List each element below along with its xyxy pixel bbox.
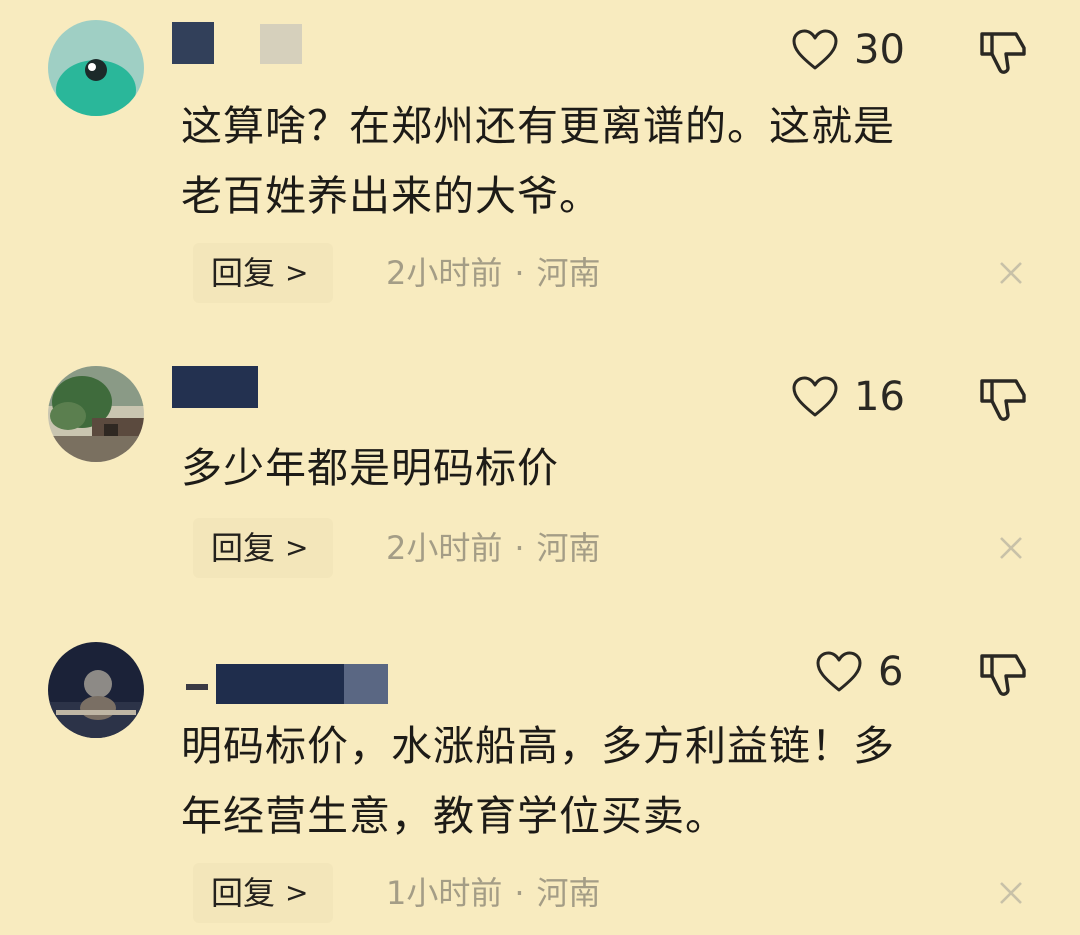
close-icon[interactable] — [996, 258, 1026, 288]
username-redacted[interactable] — [172, 22, 302, 66]
chevron-right-icon: > — [285, 876, 309, 909]
comment-time: 2小时前 — [386, 254, 503, 292]
avatar[interactable] — [48, 366, 144, 462]
heart-icon — [816, 651, 862, 692]
reply-label: 回复 — [211, 874, 276, 912]
like-button[interactable]: 30 — [792, 28, 905, 72]
like-count: 16 — [854, 374, 905, 420]
comment-meta: 1小时前 · 河南 — [386, 863, 601, 923]
close-icon[interactable] — [996, 878, 1026, 908]
reply-label: 回复 — [211, 254, 276, 292]
comment-item: 30 这算啥？在郑州还有更离谱的。这就是 老百姓养出来的大爷。 回复 > 2小时… — [0, 0, 1080, 320]
comment-meta: 2小时前 · 河南 — [386, 243, 601, 303]
comment-text-line: 这算啥？在郑州还有更离谱的。这就是 — [181, 102, 895, 150]
comment-text-line: 多少年都是明码标价 — [181, 444, 559, 492]
like-button[interactable]: 16 — [792, 375, 905, 419]
avatar[interactable] — [48, 20, 144, 116]
comment-text: 明码标价，水涨船高，多方利益链！多 年经营生意，教育学位买卖。 — [181, 711, 1021, 851]
comment-text-line: 年经营生意，教育学位买卖。 — [181, 792, 727, 840]
comment-time: 2小时前 — [386, 529, 503, 567]
like-button[interactable]: 6 — [816, 650, 903, 694]
comment-text-line: 明码标价，水涨船高，多方利益链！多 — [181, 722, 895, 770]
reply-label: 回复 — [211, 529, 276, 567]
avatar[interactable] — [48, 642, 144, 738]
thumbs-down-icon[interactable] — [978, 375, 1028, 425]
meta-separator: · — [514, 874, 525, 912]
reply-button[interactable]: 回复 > — [193, 518, 333, 578]
comment-meta: 2小时前 · 河南 — [386, 518, 601, 578]
username-redacted[interactable] — [172, 366, 258, 410]
comment-time: 1小时前 — [386, 874, 503, 912]
comment-text: 多少年都是明码标价 — [181, 433, 1021, 503]
meta-separator: · — [514, 529, 525, 567]
thumbs-down-icon[interactable] — [978, 650, 1028, 700]
meta-separator: · — [514, 254, 525, 292]
reply-button[interactable]: 回复 > — [193, 243, 333, 303]
chevron-right-icon: > — [285, 531, 309, 564]
comment-location: 河南 — [536, 874, 601, 912]
chevron-right-icon: > — [285, 256, 309, 289]
username-redacted[interactable] — [186, 664, 388, 708]
like-count: 30 — [854, 27, 905, 73]
comment-text-line: 老百姓养出来的大爷。 — [181, 172, 601, 220]
reply-button[interactable]: 回复 > — [193, 863, 333, 923]
thumbs-down-icon[interactable] — [978, 28, 1028, 78]
like-count: 6 — [878, 649, 904, 695]
close-icon[interactable] — [996, 533, 1026, 563]
comment-location: 河南 — [536, 529, 601, 567]
comment-text: 这算啥？在郑州还有更离谱的。这就是 老百姓养出来的大爷。 — [181, 91, 1021, 231]
heart-icon — [792, 29, 838, 70]
heart-icon — [792, 376, 838, 417]
comment-location: 河南 — [536, 254, 601, 292]
